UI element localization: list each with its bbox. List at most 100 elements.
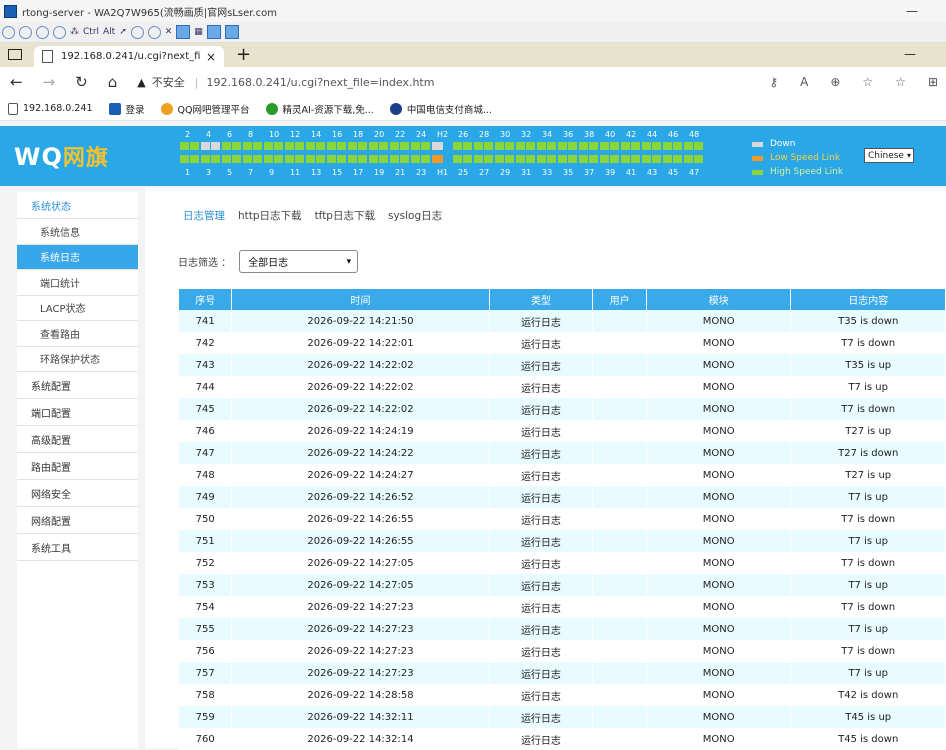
port-indicator[interactable] xyxy=(600,142,609,150)
port-indicator[interactable] xyxy=(274,142,283,150)
port-indicator[interactable] xyxy=(474,155,483,163)
port-indicator[interactable] xyxy=(537,155,546,163)
port-indicator[interactable] xyxy=(180,142,189,150)
port-indicator[interactable] xyxy=(432,155,443,163)
port-indicator[interactable] xyxy=(652,155,661,163)
port-indicator[interactable] xyxy=(673,155,682,163)
sidebar-item[interactable]: 查看路由 xyxy=(17,321,138,347)
port-indicator[interactable] xyxy=(537,142,546,150)
language-select[interactable]: Chinese ▾ xyxy=(864,148,914,163)
port-indicator[interactable] xyxy=(505,155,514,163)
port-indicator[interactable] xyxy=(568,155,577,163)
record-icon[interactable] xyxy=(36,25,49,39)
port-indicator[interactable] xyxy=(579,142,588,150)
fullscreen-icon[interactable] xyxy=(224,25,239,39)
port-indicator[interactable] xyxy=(663,142,672,150)
sidebar-item[interactable]: 路由配置 xyxy=(17,453,138,480)
port-indicator[interactable] xyxy=(306,155,315,163)
port-indicator[interactable] xyxy=(316,142,325,150)
port-indicator[interactable] xyxy=(684,142,693,150)
url-input[interactable]: 192.168.0.241/u.cgi?next_file=index.htm xyxy=(206,76,434,89)
port-indicator[interactable] xyxy=(201,142,210,150)
port-indicator[interactable] xyxy=(358,155,367,163)
sidebar-item[interactable]: 环路保护状态 xyxy=(17,347,138,372)
grid-icon[interactable]: ▦ xyxy=(194,27,203,37)
port-indicator[interactable] xyxy=(379,142,388,150)
tab-log-management[interactable]: 日志管理 xyxy=(183,208,225,223)
port-indicator[interactable] xyxy=(484,155,493,163)
sidebar-item[interactable]: 系统工具 xyxy=(17,534,138,561)
port-indicator[interactable] xyxy=(369,142,378,150)
port-indicator[interactable] xyxy=(610,155,619,163)
alt-key-button[interactable]: Alt xyxy=(103,27,115,37)
port-indicator[interactable] xyxy=(694,155,703,163)
ctrl-key-button[interactable]: Ctrl xyxy=(83,27,99,37)
port-indicator[interactable] xyxy=(453,142,462,150)
port-indicator[interactable] xyxy=(495,142,504,150)
favorite-add-icon[interactable]: ☆ xyxy=(862,75,873,89)
port-indicator[interactable] xyxy=(621,155,630,163)
port-indicator[interactable] xyxy=(421,142,430,150)
port-indicator[interactable] xyxy=(516,155,525,163)
bookmark-item[interactable]: 精灵AI-资源下载,免... xyxy=(265,102,374,116)
port-indicator[interactable] xyxy=(327,142,336,150)
port-indicator[interactable] xyxy=(526,142,535,150)
port-indicator[interactable] xyxy=(547,142,556,150)
port-indicator[interactable] xyxy=(631,142,640,150)
home-icon[interactable]: ⌂ xyxy=(108,73,118,91)
port-indicator[interactable] xyxy=(411,155,420,163)
bookmark-item[interactable]: 中国电信支付商城... xyxy=(389,102,492,116)
port-indicator[interactable] xyxy=(673,142,682,150)
sidebar-item[interactable]: 高级配置 xyxy=(17,426,138,453)
close-tab-icon[interactable]: × xyxy=(206,50,216,64)
port-indicator[interactable] xyxy=(222,142,231,150)
port-indicator[interactable] xyxy=(453,155,462,163)
port-indicator[interactable] xyxy=(526,155,535,163)
port-indicator[interactable] xyxy=(463,142,472,150)
port-indicator[interactable] xyxy=(211,155,220,163)
tab-tftp-download[interactable]: tftp日志下载 xyxy=(315,208,375,223)
port-indicator[interactable] xyxy=(505,142,514,150)
port-indicator[interactable] xyxy=(411,142,420,150)
window-mode-icon[interactable] xyxy=(176,25,191,39)
bookmark-item[interactable]: 192.168.0.241 xyxy=(8,102,93,115)
port-indicator[interactable] xyxy=(421,155,430,163)
sidebar-item[interactable]: 端口配置 xyxy=(17,399,138,426)
display-icon[interactable] xyxy=(206,25,221,39)
port-indicator[interactable] xyxy=(621,142,630,150)
port-indicator[interactable] xyxy=(264,155,273,163)
port-indicator[interactable] xyxy=(337,142,346,150)
network-icon[interactable]: ⁂ xyxy=(70,27,79,37)
port-indicator[interactable] xyxy=(642,142,651,150)
warning-icon[interactable]: ▲ xyxy=(137,76,145,89)
port-indicator[interactable] xyxy=(253,155,262,163)
reload-icon[interactable]: ↻ xyxy=(75,73,88,91)
info-icon[interactable] xyxy=(19,25,32,39)
security-status[interactable]: 不安全 xyxy=(152,74,185,90)
port-indicator[interactable] xyxy=(652,142,661,150)
port-indicator[interactable] xyxy=(579,155,588,163)
sidebar-item[interactable]: 网络安全 xyxy=(17,480,138,507)
port-indicator[interactable] xyxy=(474,142,483,150)
port-indicator[interactable] xyxy=(547,155,556,163)
bookmark-item[interactable]: 登录 xyxy=(108,102,145,116)
port-indicator[interactable] xyxy=(316,155,325,163)
port-indicator[interactable] xyxy=(190,155,199,163)
new-tab-button[interactable]: + xyxy=(236,44,251,65)
pointer-icon[interactable]: ➚ xyxy=(119,27,127,37)
port-indicator[interactable] xyxy=(285,155,294,163)
port-indicator[interactable] xyxy=(589,155,598,163)
minimize-button[interactable]: — xyxy=(906,4,918,18)
zoom-icon[interactable]: ⊕ xyxy=(830,75,840,89)
fit-screen-icon[interactable]: ✕ xyxy=(165,27,173,37)
key-icon[interactable]: ⚷ xyxy=(769,75,778,89)
port-indicator[interactable] xyxy=(232,142,241,150)
bookmark-item[interactable]: QQ网吧管理平台 xyxy=(160,102,250,116)
port-indicator[interactable] xyxy=(610,142,619,150)
tab-syslog[interactable]: syslog日志 xyxy=(388,208,442,223)
zoom-in-icon[interactable] xyxy=(130,25,144,39)
forward-icon[interactable]: → xyxy=(43,73,56,91)
port-indicator[interactable] xyxy=(663,155,672,163)
sidebar-item[interactable]: 端口统计 xyxy=(17,270,138,296)
port-indicator[interactable] xyxy=(432,142,443,150)
